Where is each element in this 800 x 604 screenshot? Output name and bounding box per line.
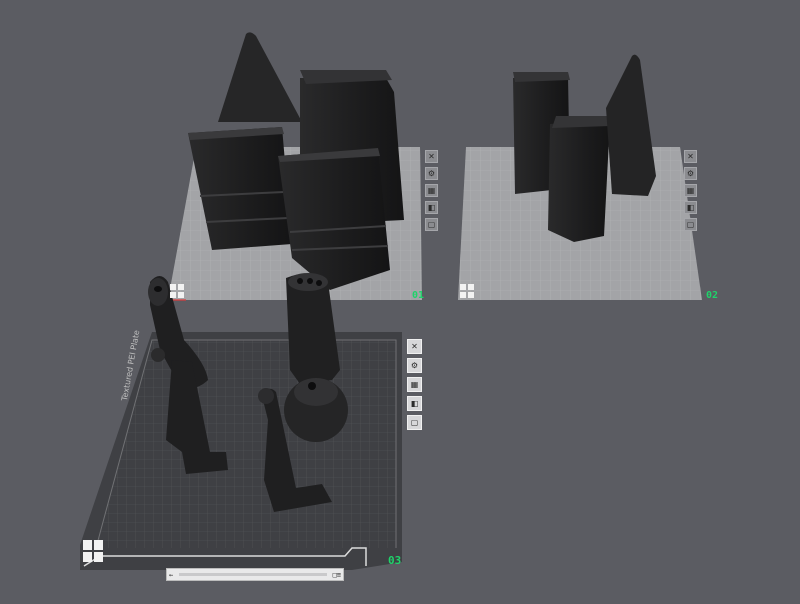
lock-icon[interactable]: ▢ — [407, 415, 422, 430]
plate-03-label: 03 — [388, 554, 402, 567]
plate-01-grid-icon[interactable] — [170, 284, 184, 298]
plate-02-toolbar: ✕ ⚙ ▦ ◧ ▢ — [684, 150, 697, 231]
close-icon[interactable]: ✕ — [425, 150, 438, 163]
plate-01-label: 01 — [412, 290, 425, 301]
plate-03-grid-icon[interactable] — [83, 540, 103, 562]
arrange-icon[interactable]: ▦ — [407, 377, 422, 392]
settings-icon[interactable]: ⚙ — [425, 167, 438, 180]
bar-right-glyph: □≡ — [332, 570, 341, 579]
plate-03-toolbar: ✕ ⚙ ▦ ◧ ▢ — [407, 339, 422, 430]
scene-canvas[interactable] — [0, 0, 800, 599]
plate-02-label: 02 — [706, 290, 719, 301]
orient-icon[interactable]: ◧ — [425, 201, 438, 214]
bar-left-glyph: ← — [169, 570, 174, 579]
plate-03-status-bar: ← □≡ — [166, 568, 344, 581]
tall-box-front — [548, 120, 610, 242]
plate-01-toolbar: ✕ ⚙ ▦ ◧ ▢ — [425, 150, 438, 231]
orient-icon[interactable]: ◧ — [407, 396, 422, 411]
orient-icon[interactable]: ◧ — [684, 201, 697, 214]
cone-model — [218, 32, 302, 122]
bar-fill — [179, 573, 327, 576]
settings-icon[interactable]: ⚙ — [407, 358, 422, 373]
arrange-icon[interactable]: ▦ — [425, 184, 438, 197]
3d-viewport[interactable]: 01 02 03 ✕ ⚙ ▦ ◧ ▢ ✕ ⚙ ▦ ◧ ▢ ✕ ⚙ ▦ ◧ ▢ T… — [0, 0, 800, 599]
arrange-icon[interactable]: ▦ — [684, 184, 697, 197]
cone-model-2 — [606, 54, 656, 196]
plate-02-grid-icon[interactable] — [460, 284, 474, 298]
lock-icon[interactable]: ▢ — [684, 218, 697, 231]
lock-icon[interactable]: ▢ — [425, 218, 438, 231]
close-icon[interactable]: ✕ — [684, 150, 697, 163]
settings-icon[interactable]: ⚙ — [684, 167, 697, 180]
close-icon[interactable]: ✕ — [407, 339, 422, 354]
